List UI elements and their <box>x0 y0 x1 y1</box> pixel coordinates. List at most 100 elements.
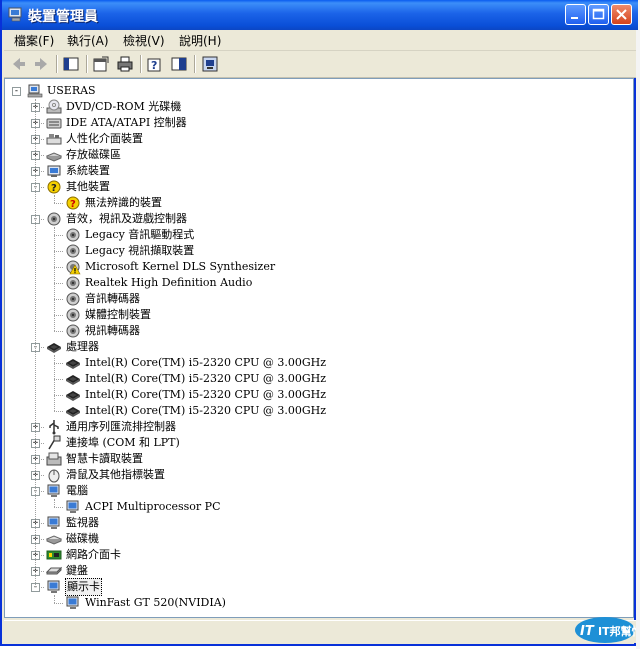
window-title: 裝置管理員 <box>28 9 98 25</box>
close-button[interactable] <box>611 4 632 25</box>
tree-item-label: 監視器 <box>66 516 99 529</box>
menu-view[interactable]: 檢視(V) <box>123 32 165 49</box>
disk-icon <box>46 535 62 545</box>
tree-item[interactable]: 智慧卡讀取裝置 <box>46 451 144 467</box>
scan-hardware-icon[interactable] <box>201 55 219 73</box>
tree-item-label: ACPI Multiprocessor PC <box>85 500 221 513</box>
monitor-computer-icon <box>47 516 60 529</box>
tree-item[interactable]: 視訊轉碼器 <box>65 323 141 339</box>
cdrom-icon <box>46 99 62 114</box>
forward-icon[interactable] <box>32 55 50 73</box>
tree-item[interactable]: Intel(R) Core(TM) i5-2320 CPU @ 3.00GHz <box>65 355 327 371</box>
tree-connector <box>54 355 55 411</box>
tree-item[interactable]: 音效，視訊及遊戲控制器 <box>46 211 188 227</box>
background-strip <box>636 0 640 649</box>
tree-connector <box>54 203 63 204</box>
tree-connector <box>54 283 63 284</box>
tree-item-label: 無法辨識的裝置 <box>85 196 162 209</box>
menu-help[interactable]: 說明(H) <box>179 32 221 49</box>
usb-icon <box>49 420 59 435</box>
tree-item[interactable]: Realtek High Definition Audio <box>65 275 253 291</box>
tree-item-label: 智慧卡讀取裝置 <box>66 452 143 465</box>
device-manager-icon <box>8 7 22 22</box>
tree-connector <box>54 267 63 268</box>
tree-item[interactable]: 人性化介面裝置 <box>46 131 144 147</box>
toolbar-separator <box>140 55 142 73</box>
tree-item-label: 存放磁碟區 <box>66 148 121 161</box>
hid-icon <box>46 134 62 145</box>
tree-item-label: 通用序列匯流排控制器 <box>66 420 176 433</box>
tree-item[interactable]: IDE ATA/ATAPI 控制器 <box>46 115 188 131</box>
help-icon[interactable]: ? <box>146 55 164 73</box>
tree-item-label: Realtek High Definition Audio <box>85 276 253 289</box>
tree-item[interactable]: WinFast GT 520(NVIDIA) <box>65 595 227 611</box>
svg-text:?: ? <box>51 183 57 194</box>
show-hide-icon[interactable] <box>170 55 188 73</box>
properties-icon[interactable] <box>92 55 110 73</box>
volume-icon <box>46 152 62 162</box>
tree-item-label: Intel(R) Core(TM) i5-2320 CPU @ 3.00GHz <box>85 388 327 401</box>
tree-item[interactable]: 通用序列匯流排控制器 <box>46 419 177 435</box>
tree-item[interactable]: Legacy 視訊擷取裝置 <box>65 243 195 259</box>
minimize-button[interactable] <box>565 4 586 25</box>
collapse-toggle[interactable]: - <box>12 87 21 96</box>
tree-item-label: 其他裝置 <box>66 180 110 193</box>
tree-item[interactable]: 媒體控制裝置 <box>65 307 152 323</box>
svg-text:IT邦幫忙: IT邦幫忙 <box>598 624 636 638</box>
print-icon[interactable] <box>116 55 134 73</box>
tree-connector <box>54 379 63 380</box>
tree-item[interactable]: Legacy 音訊驅動程式 <box>65 227 195 243</box>
tree-item-label: 系統裝置 <box>66 164 110 177</box>
tree-item[interactable]: 音訊轉碼器 <box>65 291 141 307</box>
back-icon[interactable] <box>10 55 28 73</box>
monitor-computer-icon <box>47 484 60 497</box>
tree-item[interactable]: 監視器 <box>46 515 100 531</box>
tree-item[interactable]: Intel(R) Core(TM) i5-2320 CPU @ 3.00GHz <box>65 371 327 387</box>
tree-item[interactable]: 顯示卡 <box>46 578 102 596</box>
menu-file[interactable]: 檔案(F) <box>14 32 54 49</box>
menu-action[interactable]: 執行(A) <box>67 32 109 49</box>
tree-item[interactable]: 處理器 <box>46 339 100 355</box>
maximize-button[interactable] <box>588 4 609 25</box>
tree-item[interactable]: DVD/CD-ROM 光碟機 <box>46 99 182 115</box>
tree-item[interactable]: 網路介面卡 <box>46 547 122 563</box>
tree-item-label: 磁碟機 <box>66 532 99 545</box>
tree-connector <box>54 251 63 252</box>
toolbar-separator <box>194 55 196 73</box>
tree-item-label: 音效，視訊及遊戲控制器 <box>66 212 187 225</box>
sound-icon <box>66 228 80 242</box>
tree-item[interactable]: Microsoft Kernel DLS Synthesizer <box>65 259 276 275</box>
network-card-icon <box>46 550 62 560</box>
ide-controller-icon <box>46 118 62 129</box>
tree-item[interactable]: Intel(R) Core(TM) i5-2320 CPU @ 3.00GHz <box>65 387 327 403</box>
tree-item[interactable]: Intel(R) Core(TM) i5-2320 CPU @ 3.00GHz <box>65 403 327 419</box>
tree-item[interactable]: 鍵盤 <box>46 563 89 579</box>
console-tree-icon[interactable] <box>62 55 80 73</box>
tree-item[interactable]: 存放磁碟區 <box>46 147 122 163</box>
tree-item-label: Legacy 音訊驅動程式 <box>85 228 195 241</box>
tree-item[interactable]: 滑鼠及其他指標裝置 <box>46 467 166 483</box>
tree-item[interactable]: ? 其他裝置 <box>46 179 111 195</box>
tree-item[interactable]: 磁碟機 <box>46 531 100 547</box>
tree-item[interactable]: 連接埠 (COM 和 LPT) <box>46 435 181 451</box>
tree-connector <box>54 595 55 603</box>
tree-item-label: Microsoft Kernel DLS Synthesizer <box>85 260 276 273</box>
tree-item[interactable]: ? 無法辨識的裝置 <box>65 195 163 211</box>
tree-item-label: Intel(R) Core(TM) i5-2320 CPU @ 3.00GHz <box>85 356 327 369</box>
tree-item[interactable]: ACPI Multiprocessor PC <box>65 499 222 515</box>
processor-icon <box>47 343 61 353</box>
status-bar <box>4 620 636 643</box>
tree-connector <box>54 227 55 331</box>
processor-icon <box>66 391 80 401</box>
device-tree[interactable]: - USERAS + DVD/CD-ROM 光碟機 + IDE ATA/ATAPI 控制器… <box>4 78 634 618</box>
toolbar-separator <box>56 55 58 73</box>
tree-item-label: Intel(R) Core(TM) i5-2320 CPU @ 3.00GHz <box>85 404 327 417</box>
sound-icon <box>47 212 61 226</box>
tree-item-label: 顯示卡 <box>65 578 102 596</box>
monitor-computer-icon <box>47 580 60 593</box>
tree-item[interactable]: 系統裝置 <box>46 163 111 179</box>
title-bar[interactable]: 裝置管理員 <box>2 0 638 30</box>
tree-item[interactable]: 電腦 <box>46 483 89 499</box>
tree-item[interactable]: USERAS <box>27 83 97 99</box>
tree-item-label: 滑鼠及其他指標裝置 <box>66 468 165 481</box>
